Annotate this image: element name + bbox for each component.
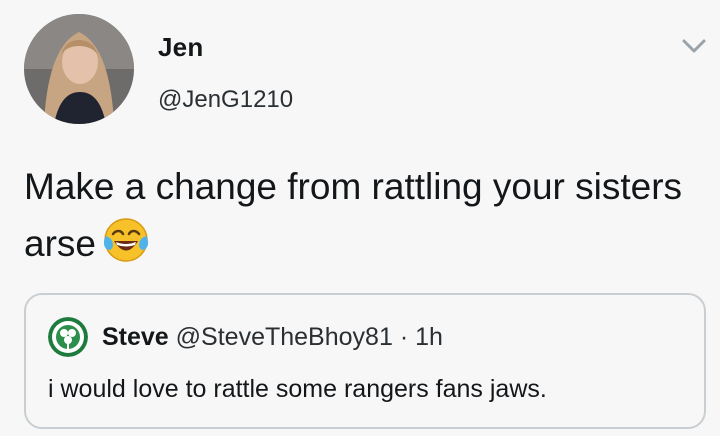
quoted-tweet-header: Steve @SteveTheBhoy81 · 1h [102,323,443,352]
tweet-text: Make a change from rattling your sisters… [24,158,694,272]
tears-of-joy-emoji-icon [102,216,150,264]
celtic-crest-icon [48,317,88,357]
user-handle[interactable]: @JenG1210 [158,86,293,114]
quoted-tweet-text: i would love to rattle some rangers fans… [48,375,547,403]
user-avatar[interactable] [24,14,134,124]
quoted-display-name[interactable]: Steve [102,323,169,351]
header-separator: · [399,323,409,351]
quoted-tweet[interactable]: Steve @SteveTheBhoy81 · 1h i would love … [24,293,706,429]
tweet-card: Jen @JenG1210 Make a change from rattlin… [0,0,720,436]
quoted-user-handle[interactable]: @SteveTheBhoy81 [176,323,393,351]
display-name[interactable]: Jen [158,32,203,63]
quoted-timestamp[interactable]: 1h [415,323,443,351]
quoted-user-avatar[interactable] [48,317,88,357]
avatar-image [24,14,134,124]
chevron-down-icon[interactable] [678,30,710,62]
